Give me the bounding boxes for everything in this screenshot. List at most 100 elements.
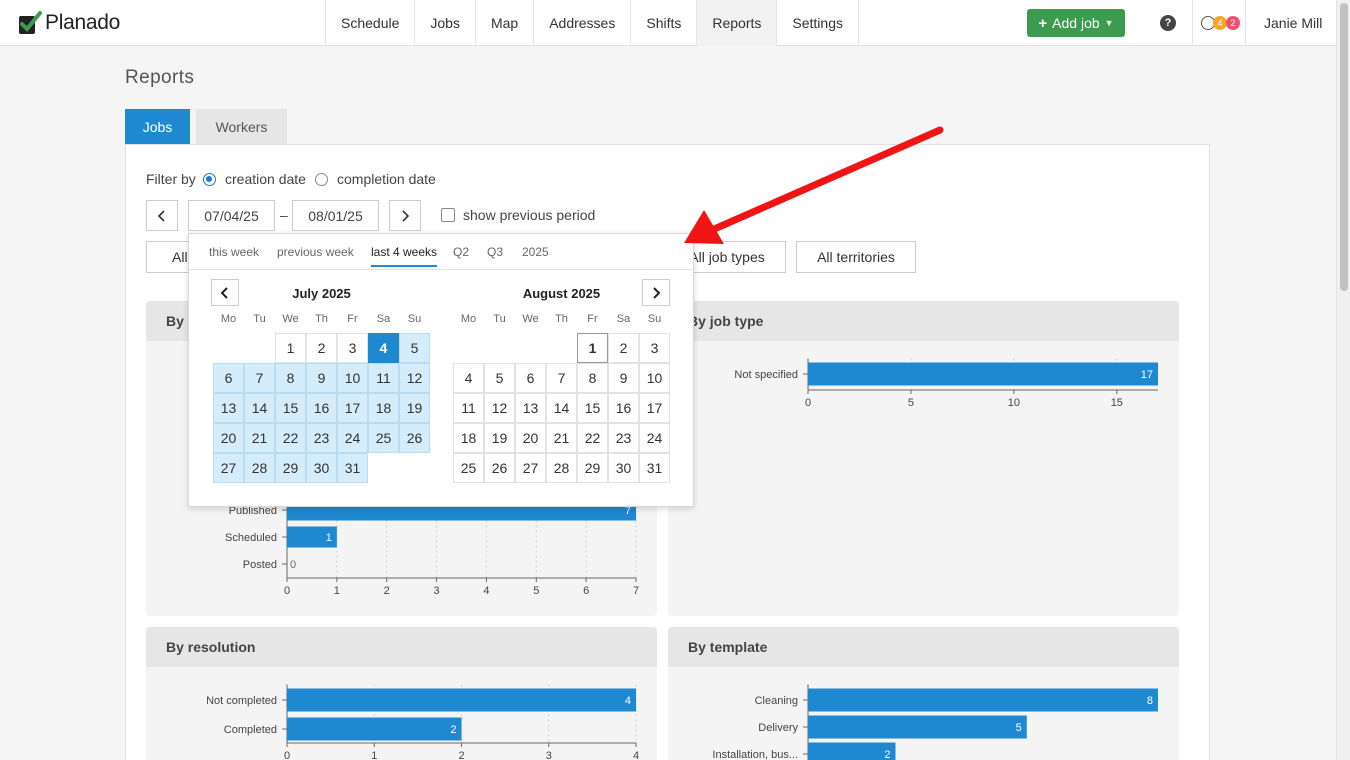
- category-label: Delivery: [758, 722, 798, 734]
- calendar-day[interactable]: 25: [453, 453, 484, 483]
- preset-bar: this week previous week last 4 weeks Q2 …: [189, 234, 693, 270]
- calendar-day[interactable]: 21: [546, 423, 577, 453]
- calendar-day[interactable]: 5: [484, 363, 515, 393]
- calendar-day[interactable]: 24: [639, 423, 670, 453]
- preset-2025[interactable]: 2025: [522, 245, 549, 259]
- calendar-day[interactable]: 25: [368, 423, 399, 453]
- calendar-day[interactable]: 30: [608, 453, 639, 483]
- calendar-day[interactable]: 8: [577, 363, 608, 393]
- calendar-day[interactable]: 14: [546, 393, 577, 423]
- calendar-day[interactable]: 17: [639, 393, 670, 423]
- preset-q2[interactable]: Q2: [453, 245, 469, 259]
- calendar-day[interactable]: 10: [639, 363, 670, 393]
- bar: [287, 717, 462, 741]
- bar-value-label: 8: [1147, 695, 1153, 707]
- calendar-day[interactable]: 17: [337, 393, 368, 423]
- weekday-label: Th: [315, 313, 328, 325]
- weekday-label: Tu: [493, 313, 506, 325]
- calendar-day[interactable]: 22: [577, 423, 608, 453]
- calendar-day[interactable]: 24: [337, 423, 368, 453]
- calendar-day[interactable]: 9: [306, 363, 337, 393]
- weekday-label: Sa: [616, 313, 631, 325]
- calendar-day[interactable]: 18: [368, 393, 399, 423]
- calendar-day[interactable]: 13: [515, 393, 546, 423]
- calendar-day[interactable]: 16: [608, 393, 639, 423]
- calendar-day[interactable]: 13: [213, 393, 244, 423]
- scroll-thumb[interactable]: [1340, 3, 1348, 291]
- calendar-day[interactable]: 4: [368, 333, 399, 363]
- calendar-day[interactable]: 6: [213, 363, 244, 393]
- calendar-day[interactable]: 15: [577, 393, 608, 423]
- category-label: Not completed: [206, 695, 277, 707]
- calendar-day[interactable]: 4: [453, 363, 484, 393]
- preset-q3[interactable]: Q3: [487, 245, 503, 259]
- page-scrollbar[interactable]: [1336, 0, 1350, 760]
- calendar-day[interactable]: 1: [577, 333, 608, 363]
- calendar-day[interactable]: 11: [368, 363, 399, 393]
- weekday-label: We: [282, 313, 299, 325]
- calendar-day[interactable]: 12: [484, 393, 515, 423]
- calendar-day[interactable]: 19: [399, 393, 430, 423]
- category-label: Cleaning: [755, 695, 798, 707]
- bar-value-label: 5: [1016, 722, 1022, 734]
- x-tick-label: 10: [1008, 397, 1020, 409]
- calendar-day[interactable]: 26: [484, 453, 515, 483]
- calendar-day[interactable]: 8: [275, 363, 306, 393]
- calendar-day[interactable]: 20: [213, 423, 244, 453]
- x-tick-label: 4: [483, 585, 489, 597]
- calendar-day[interactable]: 21: [244, 423, 275, 453]
- category-label: Not specified: [734, 369, 798, 381]
- weekday-label: Mo: [220, 313, 237, 325]
- calendar-day[interactable]: 2: [306, 333, 337, 363]
- calendar-day[interactable]: 14: [244, 393, 275, 423]
- calendar-day[interactable]: 22: [275, 423, 306, 453]
- calendar-day[interactable]: 7: [244, 363, 275, 393]
- x-tick-label: 2: [458, 750, 464, 760]
- calendar-day[interactable]: 28: [546, 453, 577, 483]
- x-tick-label: 4: [633, 750, 639, 760]
- x-tick-label: 1: [371, 750, 377, 760]
- calendar-day[interactable]: 27: [213, 453, 244, 483]
- calendar-day[interactable]: 9: [608, 363, 639, 393]
- category-label: Completed: [224, 724, 277, 736]
- weekday-label: Fr: [347, 313, 358, 325]
- weekday-label: Tu: [253, 313, 266, 325]
- calendar-day[interactable]: 6: [515, 363, 546, 393]
- calendar-day[interactable]: 2: [608, 333, 639, 363]
- calendar-day[interactable]: 1: [275, 333, 306, 363]
- calendar-day[interactable]: 27: [515, 453, 546, 483]
- x-tick-label: 5: [908, 397, 914, 409]
- bar-value-label: 17: [1141, 369, 1153, 381]
- bar-value-label: 2: [450, 724, 456, 736]
- x-tick-label: 2: [384, 585, 390, 597]
- x-tick-label: 0: [284, 585, 290, 597]
- calendar-day[interactable]: 20: [515, 423, 546, 453]
- calendar-day[interactable]: 3: [639, 333, 670, 363]
- calendar-day[interactable]: 16: [306, 393, 337, 423]
- calendar-day[interactable]: 3: [337, 333, 368, 363]
- calendar-day[interactable]: 19: [484, 423, 515, 453]
- calendar-day[interactable]: 29: [275, 453, 306, 483]
- calendar-day[interactable]: 11: [453, 393, 484, 423]
- calendar-day[interactable]: 28: [244, 453, 275, 483]
- calendar-day[interactable]: 30: [306, 453, 337, 483]
- preset-last-4-weeks[interactable]: last 4 weeks: [371, 245, 438, 267]
- bar: [808, 362, 1158, 386]
- calendar-day[interactable]: 7: [546, 363, 577, 393]
- calendar-day[interactable]: 31: [639, 453, 670, 483]
- calendar-day[interactable]: 23: [306, 423, 337, 453]
- calendar-day[interactable]: 23: [608, 423, 639, 453]
- preset-previous-week[interactable]: previous week: [277, 245, 354, 259]
- calendar-day[interactable]: 12: [399, 363, 430, 393]
- calendar-day[interactable]: 26: [399, 423, 430, 453]
- calendar-day[interactable]: 18: [453, 423, 484, 453]
- calendar-day[interactable]: 15: [275, 393, 306, 423]
- preset-this-week[interactable]: this week: [209, 245, 259, 259]
- bar: [808, 742, 896, 760]
- calendar-day[interactable]: 5: [399, 333, 430, 363]
- calendar-day[interactable]: 10: [337, 363, 368, 393]
- bar-value-label: 0: [290, 559, 296, 571]
- calendar-day[interactable]: 29: [577, 453, 608, 483]
- calendar-day[interactable]: 31: [337, 453, 368, 483]
- calendar-next-month[interactable]: [642, 279, 670, 306]
